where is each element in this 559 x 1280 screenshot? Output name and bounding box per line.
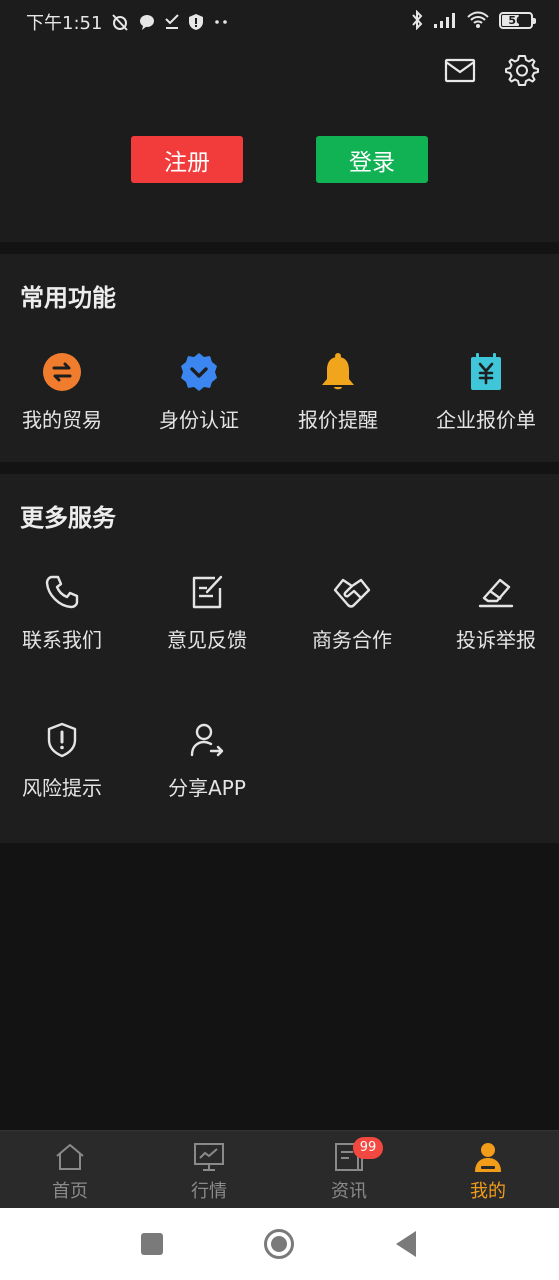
item-label: 报价提醒 — [298, 408, 378, 432]
user-share-icon — [190, 723, 224, 757]
settings-gear-icon[interactable] — [504, 52, 540, 88]
complaint-report-item[interactable]: 投诉举报 — [426, 572, 559, 653]
edit-note-icon — [192, 575, 223, 609]
news-count-badge: 99 — [353, 1137, 383, 1159]
profile-icon — [475, 1143, 501, 1172]
more-dots-icon — [215, 20, 228, 24]
status-time: 下午1:51 — [26, 13, 103, 34]
section-title: 常用功能 — [20, 284, 116, 312]
item-label: 意见反馈 — [167, 628, 247, 652]
tab-label: 首页 — [52, 1181, 88, 1202]
item-label: 我的贸易 — [22, 408, 102, 432]
profile-header: 注册 登录 — [0, 44, 559, 242]
yen-document-icon — [471, 353, 501, 390]
section-title: 更多服务 — [20, 504, 116, 532]
login-button[interactable]: 登录 — [316, 136, 428, 183]
exchange-icon — [43, 353, 81, 391]
tab-home[interactable]: 首页 — [30, 1141, 110, 1203]
tab-market[interactable]: 行情 — [169, 1141, 249, 1203]
item-label: 风险提示 — [22, 776, 102, 800]
cell-signal-icon — [434, 13, 455, 28]
bell-icon — [322, 353, 354, 390]
check-download-icon — [165, 14, 180, 29]
phone-icon — [45, 575, 79, 609]
item-label: 商务合作 — [312, 628, 392, 652]
shield-alert-icon — [47, 722, 77, 758]
company-quote-item[interactable]: 企业报价单 — [416, 352, 556, 433]
home-circle-icon[interactable] — [263, 1228, 295, 1260]
chart-board-icon — [194, 1143, 224, 1171]
battery-level: 56 — [508, 13, 524, 27]
tab-mine[interactable]: 我的 — [448, 1141, 528, 1203]
risk-notice-item[interactable]: 风险提示 — [0, 720, 132, 801]
feedback-item[interactable]: 意见反馈 — [137, 572, 277, 653]
business-coop-item[interactable]: 商务合作 — [282, 572, 422, 653]
more-services-section: 更多服务 联系我们 意见反馈 商务合作 投诉举报 风险提示 分享APP — [0, 474, 559, 843]
tab-news[interactable]: 资讯 99 — [309, 1137, 389, 1203]
recent-apps-square-icon[interactable] — [140, 1232, 164, 1256]
common-functions-section: 常用功能 我的贸易 身份认证 报价提醒 企业报价单 — [0, 254, 559, 462]
price-alert-item[interactable]: 报价提醒 — [268, 352, 408, 433]
system-nav-bar — [0, 1208, 559, 1280]
shield-alert-status-icon — [189, 14, 204, 30]
share-app-item[interactable]: 分享APP — [137, 720, 277, 801]
bluetooth-icon — [412, 10, 423, 30]
item-label: 联系我们 — [22, 628, 102, 652]
mail-icon[interactable] — [442, 52, 478, 88]
handshake-icon — [333, 578, 371, 608]
item-label: 身份认证 — [159, 408, 239, 432]
message-bubble-icon — [140, 15, 155, 30]
bottom-tab-bar: 首页 行情 资讯 99 我的 — [0, 1130, 559, 1208]
contact-us-item[interactable]: 联系我们 — [0, 572, 132, 653]
wifi-icon — [467, 11, 489, 28]
tab-label: 行情 — [191, 1181, 227, 1202]
my-trade-item[interactable]: 我的贸易 — [0, 352, 132, 433]
item-label: 分享APP — [168, 776, 246, 800]
alarm-off-icon — [112, 14, 129, 31]
identity-verify-item[interactable]: 身份认证 — [129, 352, 269, 433]
item-label: 投诉举报 — [456, 628, 536, 652]
eraser-icon — [478, 578, 514, 608]
back-triangle-icon[interactable] — [394, 1228, 418, 1260]
verified-badge-icon — [181, 353, 217, 391]
tab-label: 资讯 — [331, 1181, 367, 1202]
register-button[interactable]: 注册 — [131, 136, 243, 183]
tab-label: 我的 — [470, 1181, 506, 1202]
status-bar: 下午1:51 56 — [0, 0, 559, 44]
home-icon — [56, 1144, 84, 1170]
item-label: 企业报价单 — [436, 408, 536, 432]
battery-icon: 56 — [499, 11, 536, 29]
